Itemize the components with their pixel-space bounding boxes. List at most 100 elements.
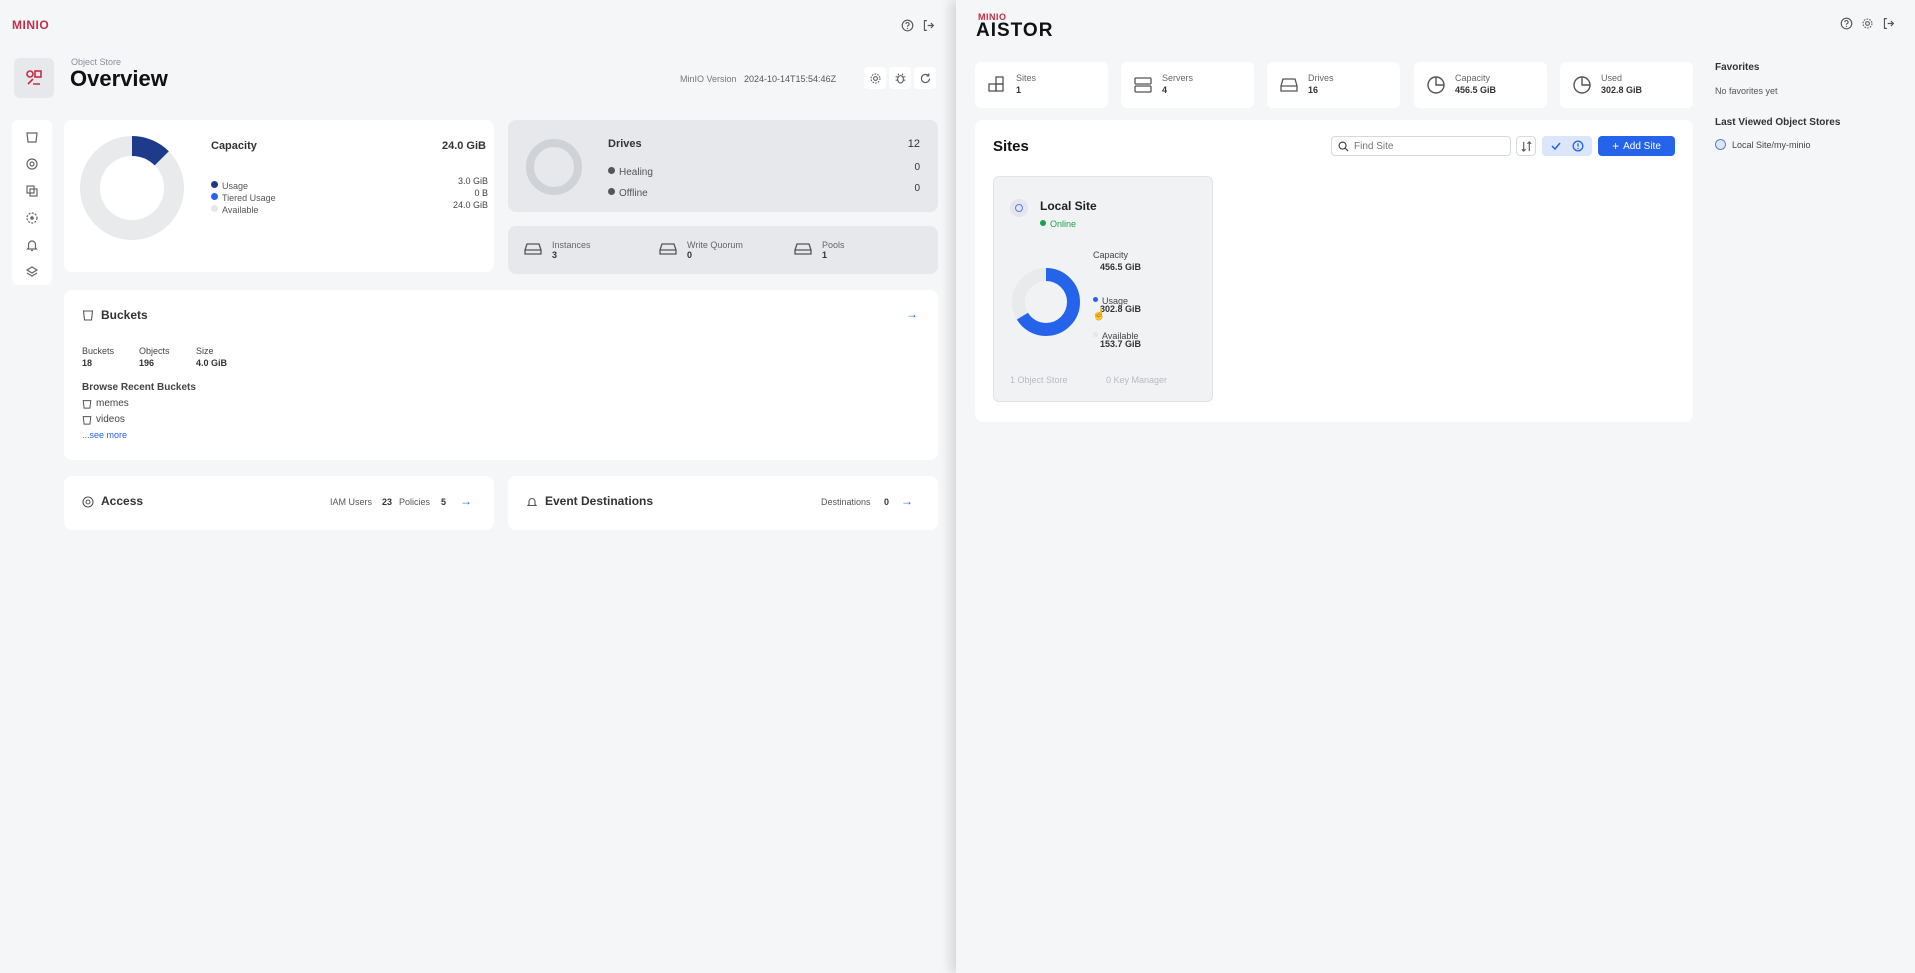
drives-card: Drives 12 Healing 0 Offline 0 xyxy=(508,120,938,212)
capacity-total: 24.0 GiB xyxy=(441,140,486,152)
bell-icon xyxy=(526,498,538,507)
site-usage-value: 302.8 GiB xyxy=(1100,304,1142,314)
destinations-value: 0 xyxy=(884,497,890,507)
add-site-button[interactable]: + Add Site xyxy=(1598,136,1675,156)
object-store-app-icon[interactable] xyxy=(14,58,54,98)
drives-healing-row: Healing 0 xyxy=(608,162,920,180)
servers-icon xyxy=(1134,77,1152,93)
object-store-count: 1 Object Store xyxy=(1010,375,1068,385)
access-nav-icon[interactable] xyxy=(25,157,39,171)
pie-icon xyxy=(1427,76,1445,94)
pools-value: 1 xyxy=(822,250,828,260)
debug-bug-icon[interactable] xyxy=(889,67,911,89)
capacity-donut-chart xyxy=(80,136,184,240)
capacity-stat-label: Capacity xyxy=(1455,73,1491,83)
buckets-arrow-icon[interactable]: → xyxy=(906,307,918,321)
view-toggle-group xyxy=(1542,136,1592,156)
capacity-title: Capacity xyxy=(211,140,257,152)
iam-users-label: IAM Users xyxy=(330,497,373,507)
help-icon[interactable] xyxy=(896,14,918,36)
servers-stat-label: Servers xyxy=(1162,73,1194,83)
check-icon[interactable] xyxy=(1550,140,1562,152)
capacity-card: Capacity 24.0 GiB Usage 3.0 GiB Tiered U… xyxy=(64,120,494,272)
version-label: MinIO Version xyxy=(680,74,737,84)
logout-icon[interactable] xyxy=(1877,12,1899,34)
sort-icon[interactable] xyxy=(1516,136,1536,156)
destinations-label: Destinations xyxy=(821,497,871,507)
capacity-stat-value: 456.5 GiB xyxy=(1455,85,1497,95)
search-input[interactable] xyxy=(1354,139,1504,153)
access-card: Access IAM Users 23 Policies 5 → xyxy=(64,476,494,530)
drive-icon xyxy=(794,243,812,255)
pointer-cursor-icon: ☝ xyxy=(1092,309,1106,321)
legend-tiered-usage: Tiered Usage 0 B xyxy=(211,188,488,203)
available-dot xyxy=(211,205,218,213)
sites-stat-card: Sites 1 xyxy=(975,62,1108,108)
write-quorum-label: Write Quorum xyxy=(687,240,743,250)
add-site-label: Add Site xyxy=(1623,140,1661,152)
offline-label: Offline xyxy=(619,188,648,199)
healing-value: 0 xyxy=(914,162,920,173)
buckets-nav-icon[interactable] xyxy=(25,130,39,144)
buckets-card: Buckets → Buckets 18 Objects 196 Size 4.… xyxy=(64,290,938,460)
servers-card: Instances 3 Write Quorum 0 Pools 1 xyxy=(508,226,938,274)
layers-nav-icon[interactable] xyxy=(25,265,39,279)
refresh-icon[interactable] xyxy=(914,67,936,89)
drives-stat-card: Drives 16 xyxy=(1267,62,1400,108)
pie-icon xyxy=(1573,76,1591,94)
drives-offline-row: Offline 0 xyxy=(608,183,920,201)
legend-value: 0 B xyxy=(474,188,488,198)
size-label: Size xyxy=(196,346,214,356)
servers-stat-value: 4 xyxy=(1162,85,1168,95)
events-arrow-icon[interactable]: → xyxy=(901,494,913,508)
policies-value: 5 xyxy=(441,497,447,507)
access-title: Access xyxy=(101,494,144,508)
last-viewed-label: Local Site/my-minio xyxy=(1732,140,1811,150)
side-navigation xyxy=(12,120,52,285)
sites-icon xyxy=(988,76,1004,92)
access-icon xyxy=(82,496,94,508)
help-icon[interactable] xyxy=(1835,12,1857,34)
last-viewed-title: Last Viewed Object Stores xyxy=(1715,117,1841,128)
sites-title: Sites xyxy=(993,138,1029,155)
healing-dot xyxy=(608,167,615,175)
favorites-empty: No favorites yet xyxy=(1715,86,1778,96)
replication-nav-icon[interactable] xyxy=(25,184,39,198)
used-stat-value: 302.8 GiB xyxy=(1601,85,1643,95)
local-site-card[interactable]: Local Site Online Capacity 456.5 GiB Usa… xyxy=(993,176,1213,402)
bucket-icon xyxy=(82,310,94,321)
buckets-title: Buckets xyxy=(101,308,148,322)
notifications-nav-icon[interactable] xyxy=(25,238,39,252)
minio-logo: MINIO xyxy=(12,18,50,32)
tiers-nav-icon[interactable] xyxy=(25,211,39,225)
find-site-search[interactable] xyxy=(1331,136,1511,156)
aistor-panel: MINIO AISTOR Sites 1 Servers 4 Drives 16… xyxy=(956,0,1915,973)
instances-value: 3 xyxy=(552,250,558,260)
site-capacity-value: 456.5 GiB xyxy=(1100,262,1142,272)
available-dot xyxy=(1093,332,1098,338)
legend-value: 24.0 GiB xyxy=(452,200,488,210)
drives-stat-value: 16 xyxy=(1308,85,1319,95)
see-more-link[interactable]: ...see more xyxy=(82,430,127,440)
drives-icon xyxy=(1280,78,1298,92)
plus-icon: + xyxy=(1612,139,1620,153)
buckets-count-value: 18 xyxy=(82,358,93,368)
drives-title: Drives xyxy=(608,138,642,150)
site-globe-icon xyxy=(1010,199,1028,217)
drive-icon xyxy=(524,243,542,255)
capacity-stat-card: Capacity 456.5 GiB xyxy=(1414,62,1547,108)
page-title: Overview xyxy=(70,66,168,91)
event-destinations-card: Event Destinations Destinations 0 → xyxy=(508,476,938,530)
logout-icon[interactable] xyxy=(917,14,939,36)
version-value: 2024-10-14T15:54:46Z xyxy=(744,74,837,84)
bucket-icon xyxy=(82,416,92,425)
site-status: Online xyxy=(1040,214,1076,232)
access-arrow-icon[interactable]: → xyxy=(460,494,472,508)
objects-value: 196 xyxy=(139,358,155,368)
alert-circle-icon[interactable] xyxy=(1572,140,1584,152)
pools-label: Pools xyxy=(822,240,845,250)
settings-gear-icon[interactable] xyxy=(864,67,886,89)
offline-value: 0 xyxy=(914,183,920,194)
bucket-icon xyxy=(82,400,92,409)
settings-gear-icon[interactable] xyxy=(1856,12,1878,34)
